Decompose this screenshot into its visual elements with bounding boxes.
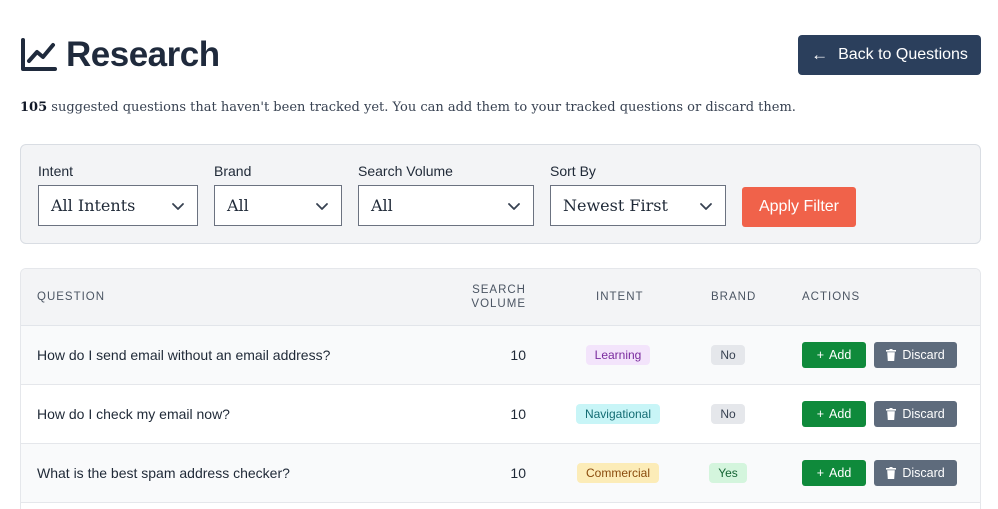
plus-icon: + (816, 466, 825, 480)
question-cell: What is the best spam address checker? (37, 465, 290, 481)
discard-button-label: Discard (902, 348, 945, 362)
chevron-down-icon (172, 202, 184, 210)
header-actions: ACTIONS (802, 291, 861, 303)
table-row: How do I send email without an email add… (21, 326, 980, 385)
question-cell: How do I send email without an email add… (37, 347, 331, 363)
intent-badge: Commercial (576, 463, 659, 483)
title-group: Research (20, 34, 220, 76)
chevron-down-icon (316, 202, 328, 210)
discard-button-label: Discard (902, 466, 945, 480)
intent-filter: Intent All Intents (38, 163, 198, 226)
volume-cell: 10 (510, 465, 526, 481)
header-brand: BRAND (711, 291, 757, 303)
discard-button[interactable]: Discard (874, 460, 957, 486)
discard-button[interactable]: Discard (874, 342, 957, 368)
search-volume-select[interactable]: All (358, 185, 534, 226)
header-question: QUESTION (37, 291, 106, 303)
header-intent: INTENT (596, 291, 644, 303)
arrow-left-icon: ← (811, 45, 829, 64)
apply-filter-button[interactable]: Apply Filter (742, 187, 856, 227)
intent-badge: Learning (585, 345, 651, 365)
volume-cell: 10 (510, 347, 526, 363)
add-button-label: Add (829, 407, 852, 421)
intent-select-value: All Intents (51, 196, 136, 215)
search-volume-filter-label: Search Volume (358, 163, 453, 179)
actions-cell: + Add Discard (802, 326, 957, 384)
brand-select[interactable]: All (214, 185, 342, 226)
summary-text: suggested questions that haven't been tr… (47, 100, 796, 115)
brand-badge: Yes (709, 463, 747, 483)
brand-badge: No (711, 345, 745, 365)
intent-filter-label: Intent (38, 163, 74, 179)
chevron-down-icon (508, 202, 520, 210)
add-button[interactable]: + Add (802, 460, 866, 486)
back-button-label: Back to Questions (838, 46, 968, 63)
suggested-questions-summary: 105 suggested questions that haven't bee… (20, 100, 796, 115)
intent-cell: Navigational (558, 385, 678, 443)
header-search-volume-line2: VOLUME (471, 298, 526, 310)
discard-button[interactable]: Discard (874, 401, 957, 427)
actions-cell: + Add Discard (802, 444, 957, 502)
actions-cell: + Add Discard (802, 385, 957, 443)
page-title: Research (66, 35, 220, 74)
question-cell: How do I check my email now? (37, 406, 230, 422)
brand-filter: Brand All (214, 163, 342, 226)
sort-by-select-value: Newest First (563, 196, 668, 215)
brand-cell: Yes (693, 444, 763, 502)
table-header: QUESTION SEARCH VOLUME INTENT BRAND ACTI… (21, 269, 980, 326)
filter-panel: Intent All Intents Brand All Search Volu… (20, 144, 981, 244)
sort-by-select[interactable]: Newest First (550, 185, 726, 226)
chevron-down-icon (700, 202, 712, 210)
header-search-volume: SEARCH VOLUME (456, 283, 526, 311)
add-button[interactable]: + Add (802, 401, 866, 427)
discard-button-label: Discard (902, 407, 945, 421)
chart-line-icon (21, 38, 57, 71)
brand-cell: No (693, 326, 763, 384)
brand-select-value: All (227, 196, 249, 215)
volume-cell: 10 (510, 406, 526, 422)
intent-cell: Commercial (558, 444, 678, 502)
intent-badge: Navigational (575, 404, 661, 424)
sort-by-filter: Sort By Newest First (550, 163, 726, 226)
back-to-questions-button[interactable]: ← Back to Questions (798, 35, 981, 75)
add-button-label: Add (829, 466, 852, 480)
suggested-questions-table: QUESTION SEARCH VOLUME INTENT BRAND ACTI… (20, 268, 981, 509)
page-header: Research ← Back to Questions (20, 34, 981, 76)
brand-cell: No (693, 385, 763, 443)
brand-badge: No (711, 404, 745, 424)
brand-filter-label: Brand (214, 163, 252, 179)
header-search-volume-line1: SEARCH (472, 284, 526, 296)
table-row: How do I check my email now? 10 Navigati… (21, 385, 980, 444)
plus-icon: + (816, 407, 825, 421)
search-volume-select-value: All (371, 196, 393, 215)
sort-by-filter-label: Sort By (550, 163, 596, 179)
add-button-label: Add (829, 348, 852, 362)
add-button[interactable]: + Add (802, 342, 866, 368)
intent-cell: Learning (558, 326, 678, 384)
table-row: What is the best spam address checker? 1… (21, 444, 980, 503)
suggested-count: 105 (20, 100, 48, 115)
intent-select[interactable]: All Intents (38, 185, 198, 226)
trash-icon (886, 349, 897, 361)
search-volume-filter: Search Volume All (358, 163, 534, 226)
plus-icon: + (816, 348, 825, 362)
trash-icon (886, 408, 897, 420)
trash-icon (886, 467, 897, 479)
